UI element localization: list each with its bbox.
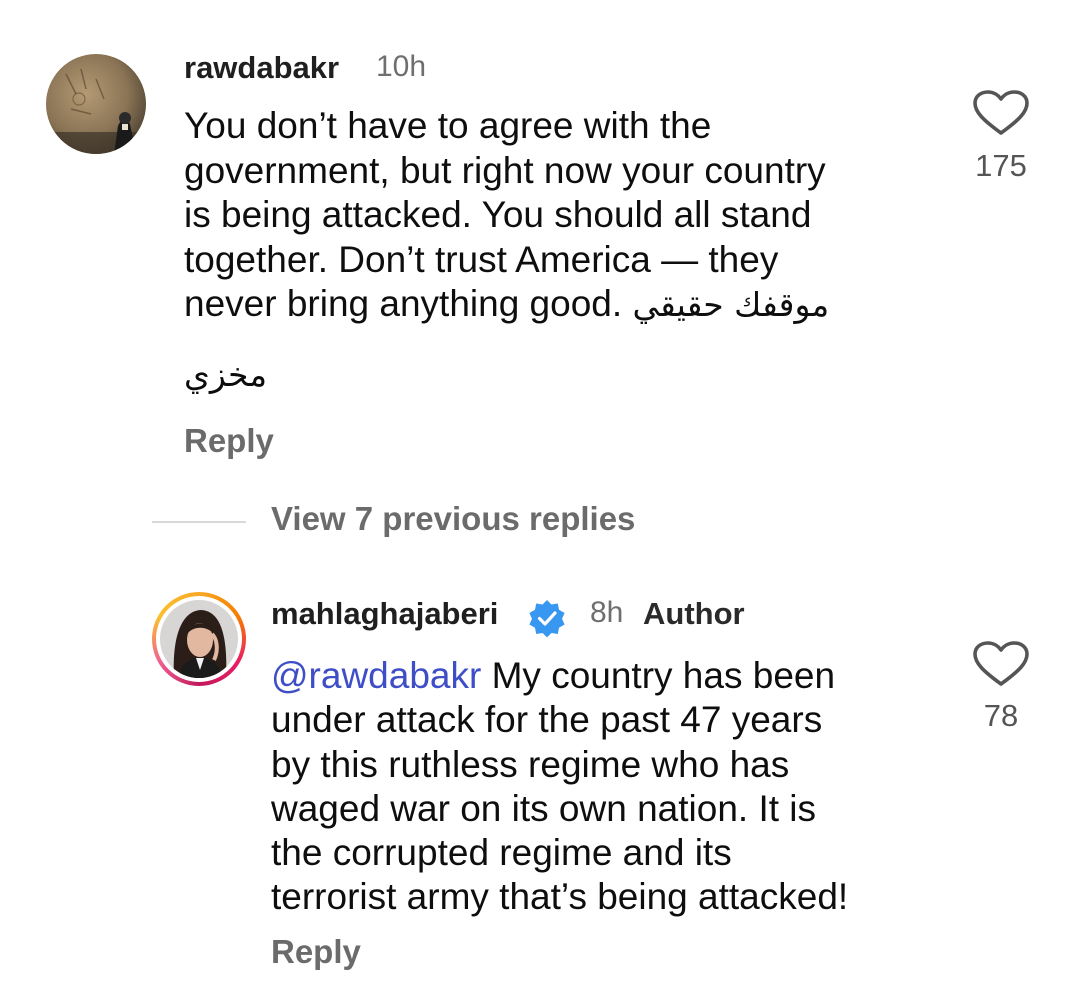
like-count: 78 xyxy=(983,698,1019,733)
comment-line: government, but right now your country xyxy=(184,149,826,191)
comment-line-text: My country has been xyxy=(491,655,836,696)
comment-line: You don’t have to agree with the xyxy=(184,105,712,146)
comment-arabic-text: موقفك حقيقي xyxy=(632,285,830,324)
heart-outline-icon[interactable] xyxy=(973,641,1029,687)
comment-line: waged war on its own nation. It is xyxy=(271,787,817,829)
comment-line: together. Don’t trust America — they xyxy=(184,238,779,280)
avatar xyxy=(160,600,238,678)
avatar[interactable] xyxy=(46,54,146,154)
comment-text: You don’t have to agree with the governm… xyxy=(184,104,944,328)
comment-line: is being attacked. You should all stand xyxy=(184,194,812,235)
comment-timestamp: 10h xyxy=(376,50,427,83)
reply-button[interactable]: Reply xyxy=(271,933,361,971)
author-badge: Author xyxy=(643,596,745,631)
comment-timestamp: 8h xyxy=(590,596,624,629)
reply-button[interactable]: Reply xyxy=(184,422,274,460)
view-previous-replies-button[interactable]: View 7 previous replies xyxy=(271,500,635,538)
verified-badge-icon xyxy=(527,598,567,638)
comment-line: the corrupted regime and its xyxy=(271,832,732,874)
comment-line-text: never bring anything good. xyxy=(184,283,623,324)
avatar-story-ring[interactable] xyxy=(152,592,246,686)
comment-line: under attack for the past 47 years xyxy=(271,699,823,741)
like-count: 175 xyxy=(975,148,1027,183)
comment-line: @rawdabakr My country has been xyxy=(271,654,951,698)
comment-arabic-extra: مخزي xyxy=(184,355,268,394)
comments-thread: rawdabakr 10h You don’t have to agree wi… xyxy=(0,0,1080,1001)
mention-link[interactable]: @rawdabakr xyxy=(271,655,481,696)
comment-line: by this ruthless regime who has xyxy=(271,743,790,785)
heart-outline-icon[interactable] xyxy=(973,90,1029,136)
comment-username[interactable]: mahlaghajaberi xyxy=(271,596,498,632)
comment-line: terrorist army that’s being attacked! xyxy=(271,876,849,918)
comment-line: never bring anything good. موقفك حقيقي xyxy=(184,282,944,328)
comment-username[interactable]: rawdabakr xyxy=(184,50,339,86)
comment-text: @rawdabakr My country has been under att… xyxy=(271,654,951,920)
divider xyxy=(152,521,246,523)
